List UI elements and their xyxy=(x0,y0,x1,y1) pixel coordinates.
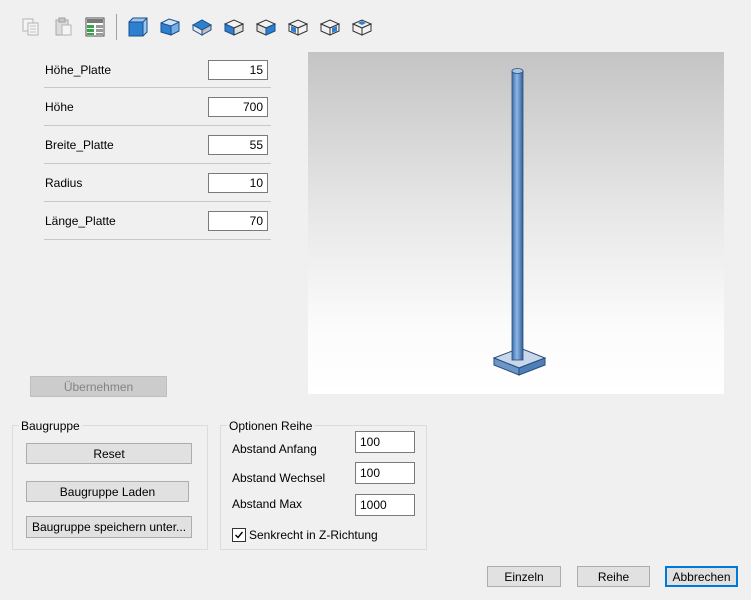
view-iso-3-button[interactable] xyxy=(285,14,311,40)
view-top-button[interactable] xyxy=(189,14,215,40)
copy-button[interactable] xyxy=(18,14,44,40)
parameter-list: Höhe_Platte Höhe Breite_Platte Radius Lä… xyxy=(44,51,271,240)
abbrechen-button[interactable]: Abbrechen xyxy=(665,566,738,587)
checkmark-icon xyxy=(235,531,244,539)
view-iso-5-icon xyxy=(351,19,373,36)
param-row: Länge_Platte xyxy=(44,202,271,240)
view-iso-1-button[interactable] xyxy=(221,14,247,40)
view-iso-3-icon xyxy=(287,19,309,36)
abstand-wechsel-input[interactable] xyxy=(355,462,415,484)
view-front-icon xyxy=(128,17,148,37)
group-title-baugruppe: Baugruppe xyxy=(19,419,82,433)
param-row: Höhe_Platte xyxy=(44,51,271,88)
param-label: Radius xyxy=(45,176,83,190)
table-icon xyxy=(85,17,105,37)
abstand-wechsel-label: Abstand Wechsel xyxy=(232,471,326,485)
model-preview[interactable] xyxy=(308,52,724,394)
abstand-max-label: Abstand Max xyxy=(232,497,303,511)
view-front-button[interactable] xyxy=(125,14,151,40)
view-iso-2-icon xyxy=(255,19,277,36)
param-input-hoehe[interactable] xyxy=(208,97,268,117)
einzeln-button[interactable]: Einzeln xyxy=(487,566,561,587)
param-label: Länge_Platte xyxy=(45,214,116,228)
senkrecht-checkbox-row[interactable]: Senkrecht in Z-Richtung xyxy=(232,528,378,542)
reihe-button[interactable]: Reihe xyxy=(577,566,650,587)
abstand-anfang-label: Abstand Anfang xyxy=(232,442,317,456)
param-label: Breite_Platte xyxy=(45,138,114,152)
param-input-hoehe-platte[interactable] xyxy=(208,60,268,80)
paste-button[interactable] xyxy=(50,14,76,40)
view-iso-5-button[interactable] xyxy=(349,14,375,40)
apply-button[interactable]: Übernehmen xyxy=(30,376,167,397)
model-post-graphic xyxy=(492,68,547,376)
abstand-anfang-input[interactable] xyxy=(355,431,415,453)
param-row: Breite_Platte xyxy=(44,126,271,164)
param-input-breite-platte[interactable] xyxy=(208,135,268,155)
param-label: Höhe xyxy=(45,100,74,114)
paste-icon xyxy=(55,17,72,36)
view-right-icon xyxy=(160,18,180,36)
abstand-max-input[interactable] xyxy=(355,494,415,516)
view-iso-4-button[interactable] xyxy=(317,14,343,40)
param-input-radius[interactable] xyxy=(208,173,268,193)
param-row: Radius xyxy=(44,164,271,202)
view-iso-2-button[interactable] xyxy=(253,14,279,40)
table-button[interactable] xyxy=(82,14,108,40)
load-assembly-button[interactable]: Baugruppe Laden xyxy=(26,481,189,502)
view-iso-1-icon xyxy=(223,19,245,36)
param-input-laenge-platte[interactable] xyxy=(208,211,268,231)
view-iso-4-icon xyxy=(319,19,341,36)
senkrecht-label: Senkrecht in Z-Richtung xyxy=(249,528,378,542)
copy-icon xyxy=(22,18,39,36)
save-assembly-as-button[interactable]: Baugruppe speichern unter... xyxy=(26,516,192,538)
view-right-button[interactable] xyxy=(157,14,183,40)
senkrecht-checkbox[interactable] xyxy=(232,528,246,542)
toolbar-separator xyxy=(116,14,117,40)
param-row: Höhe xyxy=(44,88,271,126)
baugruppe-group: Baugruppe Reset Baugruppe Laden Baugrupp… xyxy=(12,419,208,550)
param-label: Höhe_Platte xyxy=(45,63,112,77)
reset-button[interactable]: Reset xyxy=(26,443,192,464)
optionen-reihe-group: Optionen Reihe Abstand Anfang Abstand We… xyxy=(220,419,427,550)
view-top-icon xyxy=(191,19,213,36)
toolbar xyxy=(18,12,381,42)
group-title-optionen-reihe: Optionen Reihe xyxy=(227,419,315,433)
